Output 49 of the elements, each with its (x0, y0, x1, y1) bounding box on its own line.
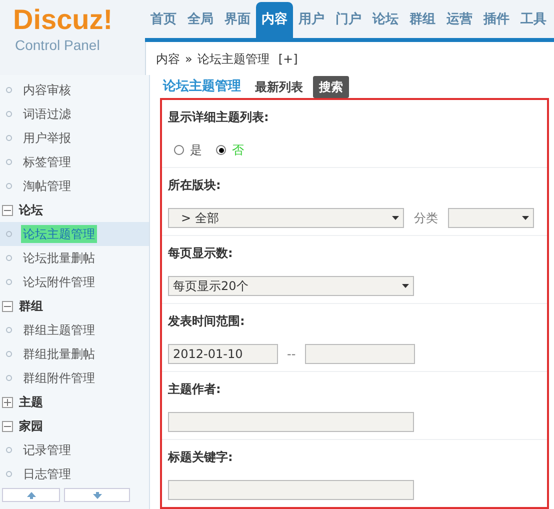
sidebar-group[interactable]: 群组 (19, 297, 43, 315)
page-tab[interactable]: 搜索 (313, 76, 349, 98)
nav-tab[interactable]: 工具 (515, 2, 552, 38)
sidebar-item[interactable]: 群组附件管理 (21, 369, 97, 387)
field-label: 标题关键字: (168, 448, 233, 466)
sidebar-item[interactable]: 淘帖管理 (21, 177, 73, 195)
radio-label: 是 (190, 142, 202, 159)
sidebar-item[interactable]: 记录管理 (21, 441, 73, 459)
nav-tab[interactable]: 首页 (145, 2, 182, 38)
sidebar-item[interactable]: 日志管理 (21, 465, 73, 483)
start-date-field[interactable]: 2012-01-10 (168, 344, 278, 364)
sidebar-group[interactable]: 家园 (19, 417, 43, 435)
nav-tab[interactable]: 全局 (182, 2, 219, 38)
sidebar-group[interactable]: 主题 (19, 393, 43, 411)
sidebar-item[interactable]: 词语过滤 (21, 105, 73, 123)
page-title: 论坛主题管理 (163, 78, 241, 96)
nav-tab[interactable]: 用户 (293, 2, 330, 38)
sidebar-item[interactable]: 标签管理 (21, 153, 73, 171)
nav-tab[interactable]: 论坛 (367, 2, 404, 38)
date-separator: -- (287, 346, 296, 363)
nav-tab[interactable]: 群组 (404, 2, 441, 38)
breadcrumb-current: 论坛主题管理 (197, 50, 270, 68)
per-page-select[interactable]: 每页显示20个 (168, 276, 414, 296)
nav-tab[interactable]: 门户 (330, 2, 367, 38)
sidebar-item[interactable]: 群组批量删帖 (21, 345, 97, 363)
add-shortcut-link[interactable]: [+] (278, 50, 298, 68)
field-label: 发表时间范围: (168, 312, 245, 330)
sidebar-item[interactable]: 用户举报 (21, 129, 73, 147)
page-tab[interactable]: 最新列表 (249, 76, 309, 98)
breadcrumb-link[interactable]: 内容 (156, 50, 180, 68)
field-label: 所在版块: (168, 176, 221, 194)
logo-title: Discuz! (13, 4, 114, 36)
breadcrumb-separator: » (185, 50, 192, 68)
nav-tab[interactable]: 内容 (256, 2, 293, 38)
sidebar-item[interactable]: 论坛附件管理 (21, 273, 97, 291)
sidebar-item[interactable]: 内容审核 (21, 81, 73, 99)
nav-tab[interactable]: 界面 (219, 2, 256, 38)
field-label: 显示详细主题列表: (168, 108, 269, 126)
sidebar-item[interactable]: 群组主题管理 (21, 321, 97, 339)
field-label: 主题作者: (168, 380, 221, 398)
category-label: 分类 (414, 210, 438, 227)
nav-tab[interactable]: 运营 (441, 2, 478, 38)
nav-tab[interactable]: 插件 (478, 2, 515, 38)
sidebar-item[interactable]: 论坛批量删帖 (21, 249, 97, 267)
logo-subtitle: Control Panel (14, 36, 101, 54)
forum-select[interactable]: > 全部 (168, 208, 404, 228)
field-label: 每页显示数: (168, 244, 233, 262)
radio-label: 否 (232, 142, 244, 159)
sidebar-group[interactable]: 论坛 (19, 201, 43, 219)
